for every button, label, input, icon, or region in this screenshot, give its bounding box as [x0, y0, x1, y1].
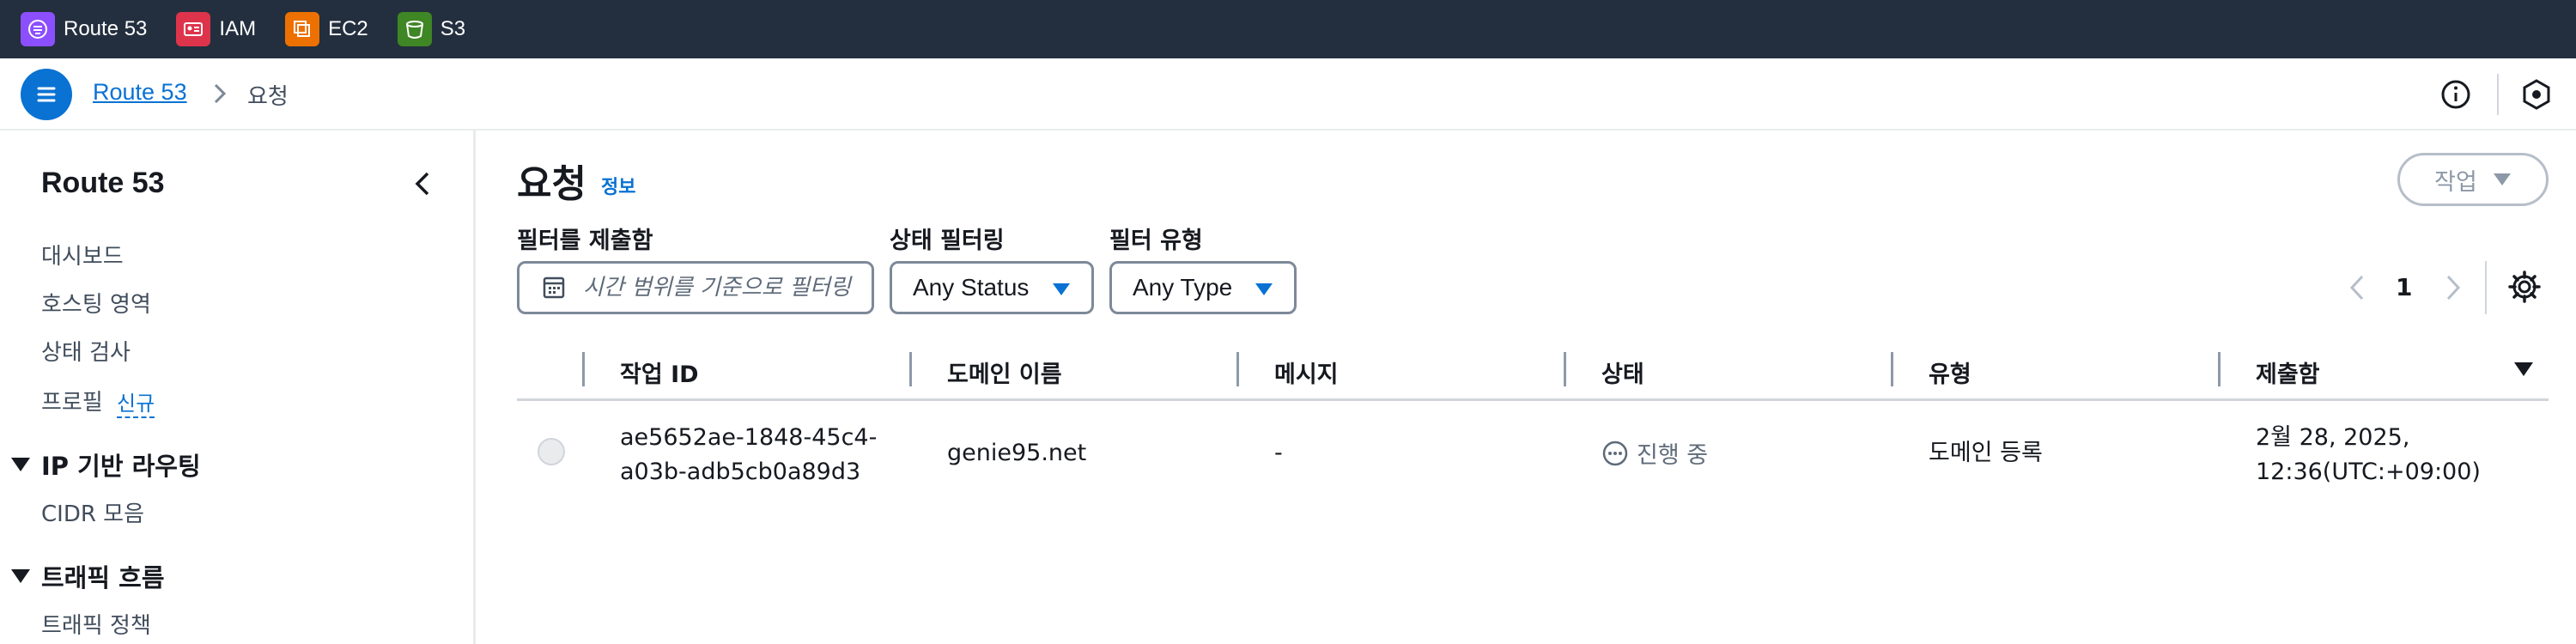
route53-icon	[21, 12, 55, 46]
sidebar-item-dashboard[interactable]: 대시보드	[41, 239, 124, 270]
submitted-time-line: 12:36(UTC:+09:00)	[2256, 459, 2481, 485]
info-icon[interactable]	[2439, 77, 2473, 112]
column-header-domain-name[interactable]: 도메인 이름	[947, 355, 1062, 389]
chevron-right-icon	[214, 83, 227, 104]
column-separator[interactable]	[1891, 352, 1893, 386]
column-header-submitted[interactable]: 제출함	[2256, 355, 2320, 389]
actions-label: 작업	[2434, 168, 2477, 196]
column-separator[interactable]	[1236, 352, 1239, 386]
sidebar-item-cidr-collections[interactable]: CIDR 모음	[41, 496, 144, 528]
sidebar-title[interactable]: Route 53	[41, 167, 165, 200]
column-header-type[interactable]: 유형	[1929, 355, 1971, 389]
service-label: IAM	[219, 17, 257, 40]
column-header-status[interactable]: 상태	[1601, 355, 1644, 389]
status-cell: 진행 중	[1601, 436, 1708, 470]
job-id-line: ae5652ae-1848-45c4-	[620, 424, 878, 451]
service-s3[interactable]: S3	[397, 12, 466, 46]
type-cell: 도메인 등록	[1929, 440, 2043, 466]
service-favorites-bar: Route 53 IAM EC2 S3	[0, 0, 2576, 58]
feedback-icon[interactable]	[2519, 77, 2554, 112]
ec2-icon	[285, 12, 320, 46]
collapse-sidebar-icon[interactable]	[409, 168, 436, 199]
sidebar-item-hosted-zones[interactable]: 호스팅 영역	[41, 287, 151, 319]
date-range-input[interactable]	[583, 275, 866, 301]
column-separator[interactable]	[1564, 352, 1566, 386]
sidebar-item-profiles[interactable]: 프로필	[41, 385, 103, 416]
column-separator[interactable]	[909, 352, 912, 386]
job-id-line: a03b-adb5cb0a89d3	[620, 459, 861, 485]
page-title: 요청	[517, 162, 586, 206]
breadcrumb-route53-link[interactable]: Route 53	[93, 79, 187, 106]
actions-dropdown-button[interactable]: 작업	[2397, 153, 2549, 206]
section-label: 트래픽 흐름	[41, 563, 165, 592]
current-page-number[interactable]: 1	[2396, 273, 2412, 301]
breadcrumb-bar: Route 53 요청	[0, 58, 2576, 131]
type-filter-value: Any Type	[1133, 274, 1233, 301]
sidebar-item-health-checks[interactable]: 상태 검사	[41, 335, 131, 367]
caret-down-icon	[11, 569, 30, 583]
previous-page-icon[interactable]	[2348, 273, 2366, 302]
table-header-divider	[517, 398, 2549, 401]
sidebar-section-traffic-flow[interactable]: 트래픽 흐름	[9, 558, 165, 594]
menu-toggle-button[interactable]	[21, 69, 72, 120]
date-filter-label: 필터를 제출함	[517, 228, 653, 254]
service-label: EC2	[328, 17, 368, 40]
message-cell: -	[1274, 440, 1283, 466]
s3-icon	[397, 12, 432, 46]
caret-down-icon	[2493, 173, 2511, 185]
type-filter-label: 필터 유형	[1109, 228, 1203, 254]
breadcrumb-current: 요청	[247, 84, 289, 110]
caret-down-icon	[1053, 283, 1070, 295]
in-progress-icon	[1602, 440, 1628, 465]
caret-down-icon	[11, 458, 30, 471]
sidebar-section-ip-routing[interactable]: IP 기반 라우팅	[9, 447, 201, 483]
submitted-date-line: 2월 28, 2025,	[2256, 424, 2410, 451]
sidebar-item-traffic-policies[interactable]: 트래픽 정책	[41, 608, 151, 640]
status-filter-select[interactable]: Any Status	[890, 261, 1094, 314]
date-range-filter[interactable]	[517, 261, 874, 314]
service-label: Route 53	[64, 17, 148, 40]
iam-icon	[176, 12, 211, 46]
caret-down-icon	[1255, 283, 1273, 295]
hamburger-icon	[37, 87, 56, 102]
side-navigation: Route 53 대시보드 호스팅 영역 상태 검사 프로필 신규 IP 기반 …	[0, 131, 476, 644]
job-id-cell: ae5652ae-1848-45c4- a03b-adb5cb0a89d3	[620, 421, 877, 489]
status-filter-label: 상태 필터링	[890, 228, 1005, 254]
row-select-radio[interactable]	[538, 438, 565, 465]
column-separator[interactable]	[2218, 352, 2221, 386]
column-header-job-id[interactable]: 작업 ID	[620, 355, 699, 389]
calendar-icon	[543, 276, 565, 299]
column-separator[interactable]	[582, 352, 585, 386]
info-link[interactable]: 정보	[601, 172, 635, 199]
status-text: 진행 중	[1637, 442, 1709, 469]
column-header-message[interactable]: 메시지	[1274, 355, 1339, 389]
submitted-cell: 2월 28, 2025, 12:36(UTC:+09:00)	[2256, 421, 2481, 489]
section-label: IP 기반 라우팅	[41, 452, 201, 481]
service-route53[interactable]: Route 53	[21, 12, 147, 46]
sort-descending-icon[interactable]	[2512, 361, 2535, 378]
pagination-divider	[2485, 261, 2487, 314]
new-badge: 신규	[117, 386, 155, 418]
type-filter-select[interactable]: Any Type	[1109, 261, 1297, 314]
domain-name-cell: genie95.net	[947, 440, 1087, 466]
gear-icon[interactable]	[2507, 270, 2542, 304]
service-ec2[interactable]: EC2	[285, 12, 368, 46]
service-iam[interactable]: IAM	[176, 12, 256, 46]
next-page-icon[interactable]	[2444, 273, 2463, 302]
toolbar-divider	[2497, 74, 2499, 115]
status-filter-value: Any Status	[913, 274, 1030, 301]
service-label: S3	[440, 17, 466, 40]
